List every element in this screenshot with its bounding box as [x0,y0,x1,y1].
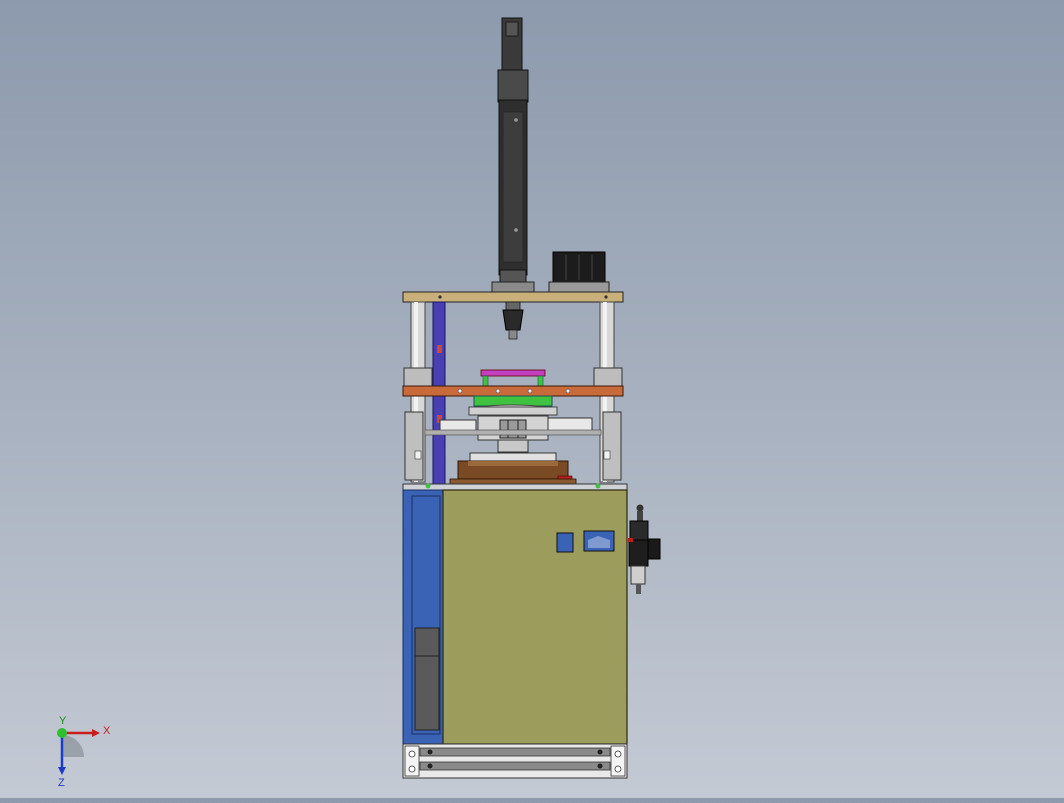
cad-model [402,17,661,779]
cabinet-top-frame [402,483,628,491]
cad-viewport[interactable]: X Y Z [0,0,1064,798]
workpiece-base [449,460,577,486]
triad-z-label: Z [58,777,65,789]
servo-actuator [491,17,535,293]
cabinet [402,489,628,745]
mid-plate [402,385,624,397]
press-head [502,301,524,340]
controller-module [548,251,610,293]
coordinate-triad: X Y Z [57,715,111,789]
triad-x-label: X [103,725,111,737]
air-regulator [628,504,661,594]
rotary-table [468,395,558,418]
base-frame [402,743,628,779]
triad-y-label: Y [59,715,67,727]
top-plate [402,291,624,303]
